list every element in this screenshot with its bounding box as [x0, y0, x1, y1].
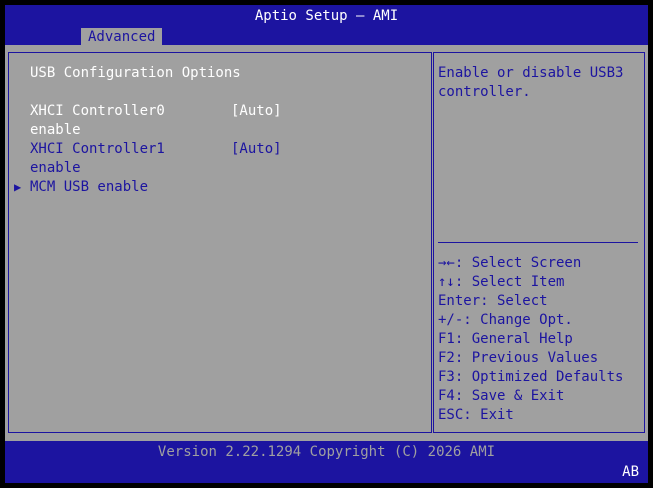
key-hint: +/-: Change Opt.	[438, 312, 573, 328]
setting-value[interactable]: [Auto]	[231, 102, 282, 121]
title-bar: Aptio Setup – AMI Advanced	[5, 5, 648, 47]
key-hint: F1: General Help	[438, 331, 573, 347]
key-hint: Enter: Select	[438, 293, 548, 309]
section-title: USB Configuration Options	[30, 65, 241, 81]
help-divider	[438, 242, 638, 243]
footer-bar: Version 2.22.1294 Copyright (C) 2026 AMI…	[5, 441, 648, 483]
main-panel: USB Configuration Options XHCI Controlle…	[5, 45, 648, 441]
bios-screen: Aptio Setup – AMI Advanced USB Configura…	[0, 0, 653, 488]
key-hint: F4: Save & Exit	[438, 388, 565, 404]
help-description-cont: controller.	[438, 84, 531, 100]
version-text: Version 2.22.1294 Copyright (C) 2026 AMI	[157, 444, 496, 460]
setting-value[interactable]: [Auto]	[231, 140, 282, 159]
help-description: Enable or disable USB3	[438, 65, 624, 81]
setting-label: XHCI Controller0	[30, 103, 165, 119]
mode-indicator: AB	[622, 464, 639, 480]
setting-label-cont: enable	[30, 160, 81, 176]
key-hint: →←: Select Screen	[438, 255, 582, 271]
submenu-arrow-icon: ▶	[14, 180, 22, 194]
submenu-label: MCM USB enable	[30, 179, 149, 195]
setting-label-cont: enable	[30, 122, 81, 138]
key-hint: F3: Optimized Defaults	[438, 369, 624, 385]
app-title: Aptio Setup – AMI	[254, 8, 399, 24]
setting-label: XHCI Controller1	[30, 141, 165, 157]
key-hint: ESC: Exit	[438, 407, 514, 423]
key-hint: ↑↓: Select Item	[438, 274, 565, 290]
key-hint: F2: Previous Values	[438, 350, 599, 366]
